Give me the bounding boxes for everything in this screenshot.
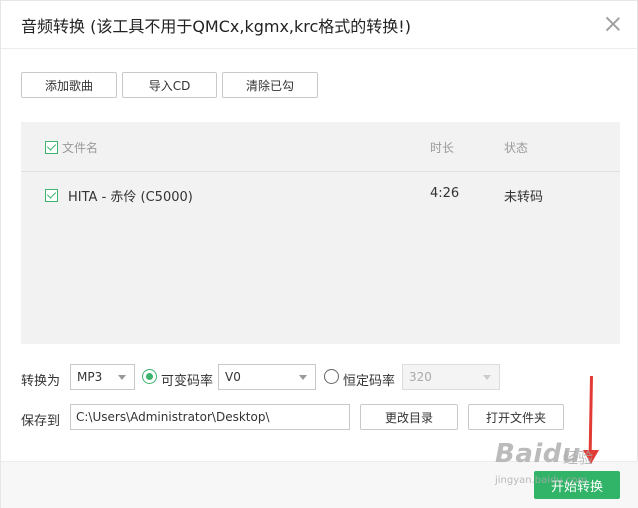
close-icon[interactable] bbox=[603, 14, 623, 34]
row-checkbox[interactable] bbox=[45, 189, 58, 202]
save-path-field[interactable]: C:\Users\Administrator\Desktop\ bbox=[70, 404, 350, 430]
dialog-titlebar: 音频转换 (该工具不用于QMCx,kgmx,krc格式的转换!) bbox=[1, 1, 638, 49]
column-status: 状态 bbox=[504, 141, 529, 155]
row-duration: 4:26 bbox=[430, 186, 460, 201]
chevron-down-icon bbox=[118, 375, 126, 380]
row-filename: HITA - 赤伶 (C5000) bbox=[68, 190, 193, 205]
vbr-select[interactable]: V0 bbox=[218, 364, 316, 390]
watermark: Baidu 经验 jingyan.baidu.com bbox=[483, 437, 633, 497]
chevron-down-icon bbox=[299, 375, 307, 380]
change-directory-button[interactable]: 更改目录 bbox=[360, 404, 458, 430]
clear-checked-button[interactable]: 清除已勾 bbox=[222, 72, 318, 98]
row-status: 未转码 bbox=[504, 190, 544, 205]
vbr-value: V0 bbox=[225, 370, 241, 384]
convert-to-label: 转换为 bbox=[21, 374, 61, 389]
open-folder-button[interactable]: 打开文件夹 bbox=[468, 404, 564, 430]
save-to-label: 保存到 bbox=[21, 414, 61, 429]
file-list-header: 文件名 时长 状态 bbox=[21, 122, 620, 172]
dialog-title: 音频转换 (该工具不用于QMCx,kgmx,krc格式的转换!) bbox=[21, 17, 411, 36]
cbr-label: 恒定码率 bbox=[343, 374, 396, 389]
add-songs-button[interactable]: 添加歌曲 bbox=[21, 72, 117, 98]
cbr-value: 320 bbox=[409, 370, 432, 384]
watermark-text: 经验 bbox=[563, 449, 594, 467]
chevron-down-icon bbox=[483, 375, 491, 380]
watermark-url: jingyan.baidu.com bbox=[495, 475, 588, 486]
save-path-value: C:\Users\Administrator\Desktop\ bbox=[76, 410, 270, 424]
file-list: 文件名 时长 状态 HITA - 赤伶 (C5000) 4:26 未转码 bbox=[21, 122, 620, 344]
select-all-checkbox[interactable] bbox=[45, 141, 58, 154]
format-value: MP3 bbox=[77, 370, 103, 384]
column-filename: 文件名 bbox=[62, 141, 99, 155]
cbr-radio[interactable] bbox=[324, 369, 339, 384]
cbr-select[interactable]: 320 bbox=[402, 364, 500, 390]
import-cd-button[interactable]: 导入CD bbox=[122, 72, 217, 98]
audio-convert-dialog: 音频转换 (该工具不用于QMCx,kgmx,krc格式的转换!) 添加歌曲 导入… bbox=[0, 0, 638, 508]
vbr-label: 可变码率 bbox=[161, 374, 214, 389]
vbr-radio[interactable] bbox=[142, 369, 157, 384]
format-select[interactable]: MP3 bbox=[70, 364, 135, 390]
column-duration: 时长 bbox=[430, 141, 455, 155]
